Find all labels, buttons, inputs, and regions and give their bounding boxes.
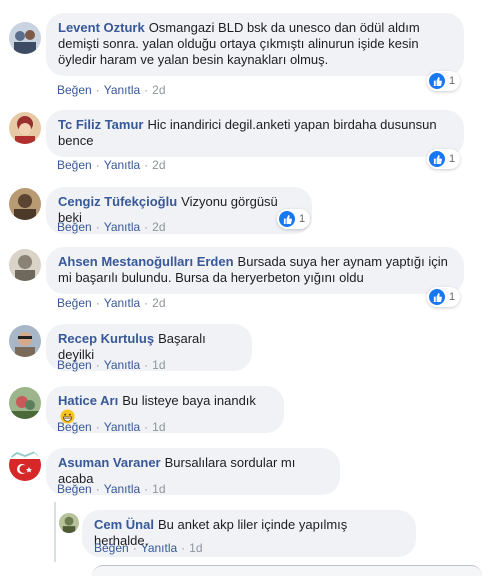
timestamp[interactable]: 1d	[189, 541, 202, 555]
separator: ·	[144, 83, 149, 97]
separator: ·	[144, 482, 149, 496]
avatar[interactable]	[9, 449, 41, 481]
separator: ·	[144, 220, 149, 234]
reply-button[interactable]: Yanıtla	[104, 158, 140, 172]
like-button[interactable]: Beğen	[57, 358, 92, 372]
reply-button[interactable]: Yanıtla	[104, 482, 140, 496]
comment-author[interactable]: Recep Kurtuluş	[58, 331, 154, 346]
timestamp[interactable]: 2d	[152, 220, 165, 234]
comment-author[interactable]: Levent Ozturk	[58, 20, 145, 35]
avatar[interactable]	[9, 387, 41, 419]
like-button[interactable]: Beğen	[57, 482, 92, 496]
separator: ·	[144, 420, 149, 434]
reply-button[interactable]: Yanıtla	[104, 358, 140, 372]
comment-bubble: Ahsen Mestanoğulları Erden Bursada suya h…	[46, 247, 464, 294]
comment-actions: Beğen · Yanıtla · 2d	[57, 157, 166, 173]
avatar[interactable]	[9, 22, 41, 54]
like-button[interactable]: Beğen	[57, 420, 92, 434]
separator: ·	[95, 83, 100, 97]
reaction-number: 1	[299, 213, 306, 225]
reply-button[interactable]: Yanıtla	[104, 83, 140, 97]
reply-thread-line	[54, 502, 56, 562]
separator: ·	[132, 541, 137, 555]
comment-author[interactable]: Cengiz Tüfekçioğlu	[58, 194, 177, 209]
comment-author[interactable]: Tc Filiz Tamur	[58, 117, 143, 132]
comment-actions: Beğen · Yanıtla · 2d	[57, 82, 166, 98]
like-button[interactable]: Beğen	[57, 296, 92, 310]
comment-bubble: Levent Ozturk Osmangazi BLD bsk da unesco…	[46, 13, 464, 76]
avatar[interactable]	[9, 112, 41, 144]
like-reaction-icon	[429, 289, 445, 305]
reply-button[interactable]: Yanıtla	[104, 296, 140, 310]
comment-actions: Beğen · Yanıtla · 2d	[57, 295, 166, 311]
like-reaction-icon	[279, 211, 295, 227]
separator: ·	[95, 158, 100, 172]
comment-actions: Beğen · Yanıtla · 1d	[57, 357, 166, 373]
separator: ·	[144, 158, 149, 172]
timestamp[interactable]: 2d	[152, 158, 165, 172]
reaction-count[interactable]: 1	[427, 287, 461, 307]
timestamp[interactable]: 1d	[152, 358, 165, 372]
avatar[interactable]	[9, 249, 41, 281]
comment-actions: Beğen · Yanıtla · 1d	[57, 481, 166, 497]
separator: ·	[95, 358, 100, 372]
reaction-number: 1	[449, 75, 456, 87]
like-reaction-icon	[429, 151, 445, 167]
like-button[interactable]: Beğen	[57, 220, 92, 234]
separator: ·	[95, 296, 100, 310]
avatar[interactable]	[59, 513, 79, 533]
like-reaction-icon	[429, 73, 445, 89]
reaction-number: 1	[449, 291, 456, 303]
separator: ·	[95, 482, 100, 496]
reaction-number: 1	[449, 153, 456, 165]
timestamp[interactable]: 1d	[152, 482, 165, 496]
reply-button[interactable]: Yanıtla	[104, 220, 140, 234]
separator: ·	[144, 358, 149, 372]
reply-button[interactable]: Yanıtla	[104, 420, 140, 434]
comment-actions: Beğen · Yanıtla · 2d	[57, 219, 166, 235]
comment-actions: Beğen · Yanıtla · 1d	[94, 540, 203, 556]
comment-text: Bu listeye baya inandık	[122, 393, 256, 408]
reaction-count[interactable]: 1	[427, 149, 461, 169]
comment-actions: Beğen · Yanıtla · 1d	[57, 419, 166, 435]
reply-button[interactable]: Yanıtla	[141, 541, 177, 555]
comment-bubble: Tc Filiz Tamur Hic inandirici degil.anket…	[46, 110, 464, 157]
reaction-count[interactable]: 1	[277, 209, 311, 229]
comment-author[interactable]: Ahsen Mestanoğulları Erden	[58, 254, 234, 269]
reaction-count[interactable]: 1	[427, 71, 461, 91]
comment-author[interactable]: Hatice Arı	[58, 393, 118, 408]
comment-author[interactable]: Cem Ünal	[94, 517, 154, 532]
avatar[interactable]	[9, 325, 41, 357]
separator: ·	[95, 220, 100, 234]
like-button[interactable]: Beğen	[94, 541, 129, 555]
avatar[interactable]	[9, 188, 41, 220]
timestamp[interactable]: 2d	[152, 296, 165, 310]
like-button[interactable]: Beğen	[57, 158, 92, 172]
comment-author[interactable]: Asuman Varaner	[58, 455, 161, 470]
separator: ·	[144, 296, 149, 310]
separator: ·	[95, 420, 100, 434]
separator: ·	[181, 541, 186, 555]
timestamp[interactable]: 2d	[152, 83, 165, 97]
timestamp[interactable]: 1d	[152, 420, 165, 434]
like-button[interactable]: Beğen	[57, 83, 92, 97]
